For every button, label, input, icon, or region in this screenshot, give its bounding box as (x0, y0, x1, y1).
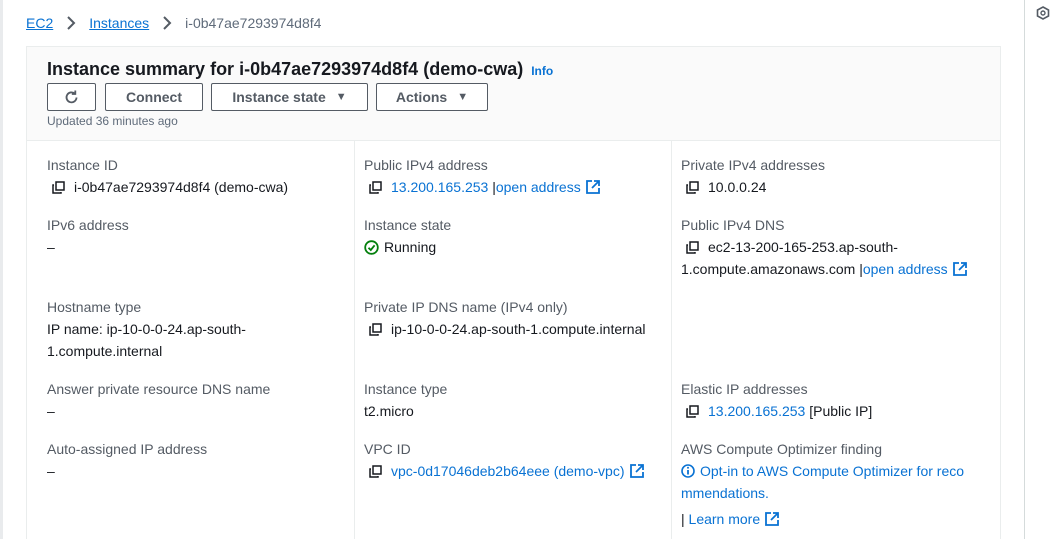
chevron-right-icon (157, 13, 177, 33)
status-running-icon (364, 240, 379, 255)
field-label: VPC ID (364, 441, 411, 457)
instance-type-field: Instance type t2.micro (364, 378, 447, 422)
field-label: IPv6 address (47, 217, 129, 233)
field-label: Public IPv4 DNS (681, 217, 785, 233)
public-ipv4-value[interactable]: 13.200.165.253 (391, 179, 488, 195)
breadcrumb: EC2 Instances i-0b47ae7293974d8f4 (26, 13, 321, 33)
right-tools-panel (1024, 0, 1052, 539)
info-link[interactable]: Info (531, 64, 553, 78)
separator: | (681, 511, 685, 527)
actions-dropdown[interactable]: Actions ▼ (376, 83, 488, 111)
left-rail (0, 0, 3, 539)
learn-more-link[interactable]: Learn more (689, 511, 761, 527)
caret-down-icon: ▼ (335, 91, 347, 103)
panel-header: Instance summary for i-0b47ae7293974d8f4… (27, 47, 1000, 141)
instance-state-label: Instance state (232, 89, 326, 105)
field-label: Instance type (364, 381, 448, 397)
open-address-link[interactable]: open address (496, 179, 581, 195)
field-label: Elastic IP addresses (681, 381, 808, 397)
external-link-icon[interactable] (629, 464, 644, 479)
ipv6-field: IPv6 address – (47, 214, 129, 258)
breadcrumb-current: i-0b47ae7293974d8f4 (185, 15, 322, 31)
copy-icon[interactable] (369, 181, 382, 194)
external-link-icon[interactable] (952, 262, 967, 277)
optimizer-opt-in-link[interactable]: Opt-in to AWS Compute Optimizer for reco (700, 463, 964, 479)
chevron-right-icon (61, 13, 81, 33)
connect-button[interactable]: Connect (105, 83, 203, 111)
optimizer-field: AWS Compute Optimizer finding Opt-in to … (681, 438, 964, 530)
auto-ip-value: – (47, 463, 55, 479)
public-dns-field: Public IPv4 DNS ec2-13-200-165-253.ap-so… (681, 214, 967, 280)
copy-icon[interactable] (52, 181, 65, 194)
vpc-id-link[interactable]: vpc-0d17046deb2b64eee (demo-vpc) (391, 463, 625, 479)
column-divider (354, 141, 355, 539)
hostname-type-field: Hostname type IP name: ip-10-0-0-24.ap-s… (47, 296, 246, 362)
copy-icon[interactable] (686, 181, 699, 194)
vpc-id-field: VPC ID vpc-0d17046deb2b64eee (demo-vpc) (364, 438, 644, 482)
instance-id-value: i-0b47ae7293974d8f4 (demo-cwa) (74, 179, 289, 195)
field-label: Instance state (364, 217, 452, 233)
breadcrumb-ec2-link[interactable]: EC2 (26, 15, 53, 31)
hostname-type-line2: 1.compute.internal (47, 343, 163, 359)
external-link-icon[interactable] (585, 180, 600, 195)
column-divider (671, 141, 672, 539)
ipv6-value: – (47, 239, 55, 255)
field-label: AWS Compute Optimizer finding (681, 441, 882, 457)
external-link-icon[interactable] (765, 512, 780, 527)
open-address-link[interactable]: open address (863, 261, 948, 277)
page-title: Instance summary for i-0b47ae7293974d8f4… (47, 59, 524, 79)
field-label: Private IP DNS name (IPv4 only) (364, 299, 568, 315)
refresh-icon (65, 90, 78, 103)
instance-summary-panel: Instance summary for i-0b47ae7293974d8f4… (26, 46, 1001, 539)
caret-down-icon: ▼ (457, 91, 469, 103)
field-label: Auto-assigned IP address (47, 441, 208, 457)
optimizer-opt-in-link-cont[interactable]: mmendations. (681, 485, 769, 501)
instance-id-field: Instance ID i-0b47ae7293974d8f4 (demo-cw… (47, 154, 288, 198)
refresh-button[interactable] (47, 83, 96, 111)
copy-icon[interactable] (686, 405, 699, 418)
field-label: Private IPv4 addresses (681, 157, 825, 173)
instance-type-value: t2.micro (364, 403, 414, 419)
updated-timestamp: Updated 36 minutes ago (47, 114, 178, 128)
private-dns-field: Private IP DNS name (IPv4 only) ip-10-0-… (364, 296, 645, 340)
elastic-ip-link[interactable]: 13.200.165.253 (708, 403, 805, 419)
actions-label: Actions (395, 89, 448, 105)
details-grid: Instance ID i-0b47ae7293974d8f4 (demo-cw… (27, 141, 1000, 539)
instance-state-field: Instance state Running (364, 214, 451, 258)
answer-dns-value: – (47, 403, 55, 419)
hostname-type-line1: IP name: ip-10-0-0-24.ap-south- (47, 321, 246, 337)
field-label: Answer private resource DNS name (47, 381, 271, 397)
public-ipv4-field: Public IPv4 address 13.200.165.253 |open… (364, 154, 600, 198)
info-circle-icon (681, 464, 695, 479)
instance-state-dropdown[interactable]: Instance state ▼ (211, 83, 368, 111)
hexagon-icon[interactable] (1036, 6, 1050, 20)
copy-icon[interactable] (369, 465, 382, 478)
instance-state-value: Running (384, 239, 437, 255)
breadcrumb-instances-link[interactable]: Instances (89, 15, 149, 31)
public-dns-line2: 1.compute.amazonaws.com (681, 261, 856, 277)
field-label: Instance ID (47, 157, 118, 173)
private-ipv4-value: 10.0.0.24 (708, 179, 767, 195)
private-ipv4-field: Private IPv4 addresses 10.0.0.24 (681, 154, 825, 198)
copy-icon[interactable] (686, 241, 699, 254)
private-dns-value: ip-10-0-0-24.ap-south-1.compute.internal (391, 321, 646, 337)
answer-dns-field: Answer private resource DNS name – (47, 378, 270, 422)
elastic-ip-field: Elastic IP addresses 13.200.165.253 [Pub… (681, 378, 872, 422)
elastic-ip-suffix: [Public IP] (809, 403, 873, 419)
field-label: Public IPv4 address (364, 157, 488, 173)
public-dns-line1: ec2-13-200-165-253.ap-south- (708, 239, 898, 255)
copy-icon[interactable] (369, 323, 382, 336)
auto-ip-field: Auto-assigned IP address – (47, 438, 207, 482)
field-label: Hostname type (47, 299, 142, 315)
connect-label: Connect (126, 89, 182, 105)
